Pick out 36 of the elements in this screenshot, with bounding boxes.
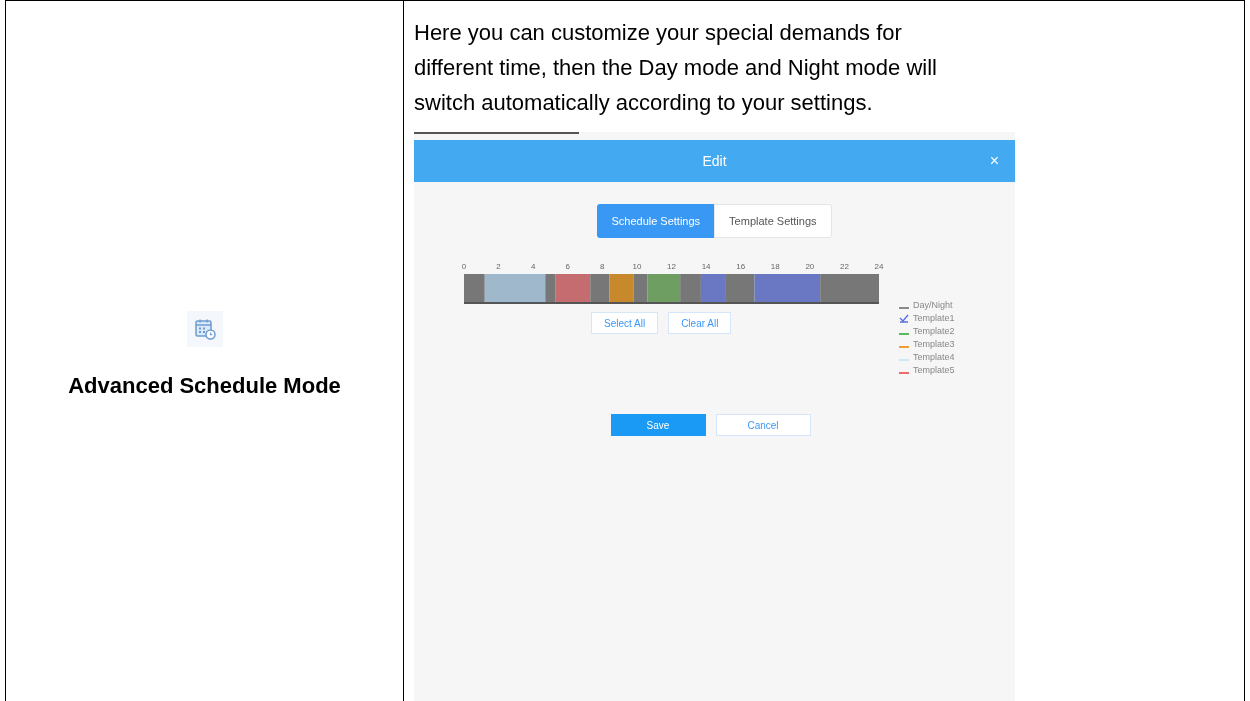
checkmark-icon[interactable] [899, 314, 909, 323]
hour-label: 20 [805, 262, 815, 271]
description-text: Here you can customize your special demands for different time, then the Day mode and Night mode will switch automatically according to your settings. [414, 19, 938, 117]
hour-label: 8 [600, 262, 605, 271]
hour-label: 16 [736, 262, 746, 271]
legend-swatch[interactable] [899, 371, 909, 374]
hour-label: 0 [461, 262, 467, 271]
hour-label: 10 [632, 262, 642, 271]
cancel-button[interactable]: Cancel [715, 414, 811, 436]
dialog-title: Edit [702, 151, 727, 171]
hour-label: 14 [701, 262, 711, 271]
timeline-button[interactable]: Clear All [668, 312, 732, 334]
hour-label: 12 [667, 262, 676, 271]
hour-label: 24 [874, 262, 884, 271]
legend-label: Template3 [913, 337, 955, 351]
legend-label: Day/Night [913, 298, 953, 312]
close-button[interactable]: × [989, 149, 999, 173]
legend-swatch[interactable] [899, 345, 909, 348]
hour-label: 22 [839, 262, 849, 271]
legend-label: Template2 [913, 324, 955, 338]
save-button[interactable]: Save [610, 414, 706, 436]
legend-label: Template1 [913, 311, 955, 325]
hour-label: 6 [565, 262, 570, 271]
feature-title: Advanced Schedule Mode [68, 371, 341, 400]
legend-label: Template5 [913, 363, 955, 377]
legend-swatch[interactable] [899, 332, 909, 335]
settings-tab[interactable]: Template Settings [714, 204, 832, 238]
timeline-button[interactable]: Select All [591, 312, 659, 334]
settings-tab[interactable]: Schedule Settings [597, 204, 715, 238]
legend-swatch[interactable] [899, 358, 909, 361]
legend-swatch[interactable] [899, 306, 909, 309]
legend-label: Template4 [913, 350, 955, 364]
hour-label: 2 [496, 262, 501, 271]
calendar-clock-icon [193, 317, 216, 340]
hour-label: 4 [530, 262, 536, 271]
hour-label: 18 [770, 262, 780, 271]
